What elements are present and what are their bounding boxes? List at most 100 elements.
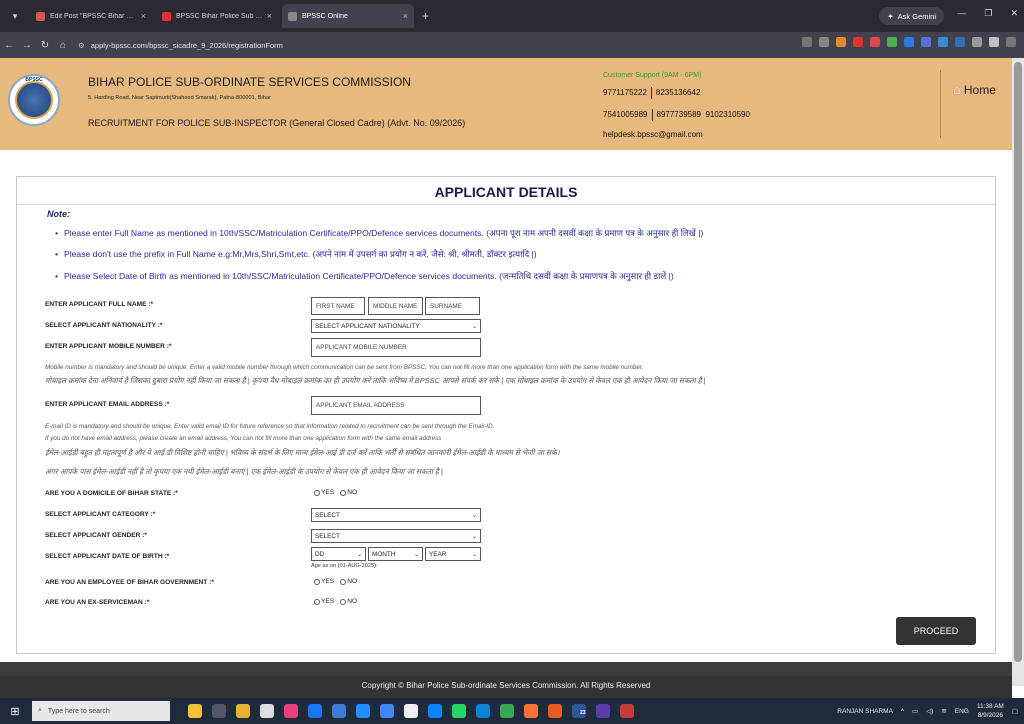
- support-label: Customer Support (9AM - 6PM): [603, 72, 702, 79]
- app-icon[interactable]: [548, 704, 562, 718]
- domicile-label: ARE YOU A DOMICILE OF BIHAR STATE :*: [45, 490, 178, 497]
- close-icon[interactable]: ×: [141, 11, 146, 21]
- dob-day-select[interactable]: DD ⌄: [311, 547, 366, 561]
- app-icon[interactable]: [596, 704, 610, 718]
- facebook-icon[interactable]: [308, 704, 322, 718]
- chevron-down-icon: ⌄: [471, 512, 477, 519]
- chrome-icon[interactable]: [500, 704, 514, 718]
- close-icon[interactable]: ×: [267, 11, 272, 21]
- nationality-select[interactable]: SELECT APPLICANT NATIONALITY ⌄: [311, 319, 481, 333]
- task-view-icon[interactable]: [212, 704, 226, 718]
- home-link[interactable]: ⌂ Home: [953, 82, 996, 97]
- surname-input[interactable]: [425, 297, 480, 315]
- file-explorer-icon[interactable]: [236, 704, 250, 718]
- gender-select[interactable]: SELECT ⌄: [311, 529, 481, 543]
- bookmark-star-icon[interactable]: [819, 37, 829, 47]
- tab-bpssc-inspector[interactable]: BPSSC Bihar Police Sub Inspect ×: [156, 4, 278, 28]
- close-window-icon[interactable]: ✕: [1010, 8, 1018, 19]
- tab-list-icon[interactable]: ▾: [4, 5, 26, 27]
- dob-year-select[interactable]: YEAR ⌄: [425, 547, 481, 561]
- domicile-yes-radio[interactable]: YES: [314, 489, 334, 496]
- home-browser-icon[interactable]: ⌂: [54, 40, 72, 51]
- nationality-value: SELECT APPLICANT NATIONALITY: [315, 322, 420, 330]
- category-select[interactable]: SELECT ⌄: [311, 508, 481, 522]
- chevron-up-icon[interactable]: ^: [901, 708, 904, 715]
- extension-icon[interactable]: [836, 37, 846, 47]
- translate-icon[interactable]: [802, 37, 812, 47]
- firefox-icon[interactable]: [524, 704, 538, 718]
- app-icon[interactable]: [380, 704, 394, 718]
- wifi-icon[interactable]: ≋: [941, 707, 946, 715]
- extension-icon[interactable]: [938, 37, 948, 47]
- tab-title: BPSSC Online: [302, 12, 348, 20]
- instagram-icon[interactable]: [284, 704, 298, 718]
- tray-user[interactable]: RANJAN SHARMA: [837, 708, 893, 715]
- mobile-input[interactable]: [311, 338, 481, 357]
- app-icon[interactable]: [404, 704, 418, 718]
- extension-icon[interactable]: [921, 37, 931, 47]
- whatsapp-icon[interactable]: [452, 704, 466, 718]
- proceed-button[interactable]: PROCEED: [896, 617, 976, 645]
- gender-label: SELECT APPLICANT GENDER :*: [45, 532, 147, 539]
- dob-month-select[interactable]: MONTH ⌄: [368, 547, 423, 561]
- extension-icon[interactable]: [904, 37, 914, 47]
- windows-start-icon[interactable]: ⊞: [4, 705, 26, 718]
- edge-icon[interactable]: [476, 704, 490, 718]
- site-info-icon[interactable]: ⚙: [78, 41, 85, 50]
- minimize-icon[interactable]: —: [957, 8, 966, 19]
- profile-icon[interactable]: [989, 37, 999, 47]
- url-field[interactable]: ⚙ apply-bpssc.com/bpssc_sicadre_9_2026/r…: [78, 36, 538, 54]
- forward-icon[interactable]: →: [18, 40, 36, 51]
- tab-bpssc-online[interactable]: BPSSC Online ×: [282, 4, 414, 28]
- notification-icon[interactable]: ▢: [1012, 707, 1018, 715]
- mobile-help-hi: मोबाइल क्रमांक देना अनिवार्य है जिसका दु…: [45, 376, 706, 385]
- domicile-no-radio[interactable]: NO: [340, 489, 357, 496]
- app-icon[interactable]: [620, 704, 634, 718]
- email-input[interactable]: [311, 396, 481, 415]
- employee-yes-radio[interactable]: YES: [314, 578, 334, 585]
- radio-label: YES: [321, 598, 335, 605]
- phone-number: 8977739589: [656, 110, 702, 120]
- app-icon[interactable]: [332, 704, 346, 718]
- middle-name-input[interactable]: [368, 297, 423, 315]
- page-scrollbar[interactable]: [1012, 58, 1024, 686]
- extension-icon[interactable]: [955, 37, 965, 47]
- scrollbar-thumb[interactable]: [1014, 62, 1022, 662]
- close-icon[interactable]: ×: [403, 11, 408, 21]
- volume-icon[interactable]: ◁): [926, 707, 933, 715]
- tab-edit-post[interactable]: Edit Post "BPSSC Bihar Police S ×: [30, 4, 152, 28]
- tray-clock[interactable]: 11:38 AM 8/9/2026: [977, 702, 1004, 720]
- exservice-no-radio[interactable]: NO: [340, 598, 357, 605]
- support-phones-row2: 7541005989 8977739589 9102310590: [603, 109, 750, 121]
- extension-icon[interactable]: [870, 37, 880, 47]
- first-name-input[interactable]: [311, 297, 365, 315]
- battery-icon[interactable]: ▭: [912, 707, 918, 715]
- phone-number: 9102310590: [705, 110, 750, 120]
- ask-gemini-button[interactable]: ✦ Ask Gemini: [879, 7, 944, 25]
- extension-icon[interactable]: [887, 37, 897, 47]
- radio-label: YES: [321, 489, 335, 496]
- taskbar-search[interactable]: ⌕ Type here to search: [32, 701, 170, 721]
- clock-time: 11:38 AM: [976, 703, 1004, 710]
- window-controls: — ❐ ✕: [957, 8, 1018, 19]
- reload-icon[interactable]: ↻: [36, 40, 54, 51]
- app-icon[interactable]: [428, 704, 442, 718]
- telegram-icon[interactable]: [356, 704, 370, 718]
- word-icon[interactable]: 23: [572, 704, 586, 718]
- sparkle-icon: ✦: [887, 11, 894, 21]
- tray-language[interactable]: ENG: [955, 708, 969, 715]
- exservice-yes-radio[interactable]: YES: [314, 598, 334, 605]
- extension-icon[interactable]: [853, 37, 863, 47]
- new-tab-icon[interactable]: +: [422, 9, 429, 23]
- mobile-help-en: Mobile number is mandatory and should be…: [45, 364, 644, 371]
- back-icon[interactable]: ←: [0, 40, 18, 51]
- employee-no-radio[interactable]: NO: [340, 578, 357, 585]
- restore-icon[interactable]: ❐: [984, 8, 992, 19]
- menu-dots-icon[interactable]: [1006, 37, 1016, 47]
- note-item: Please don't use the prefix in Full Name…: [55, 248, 537, 260]
- copilot-icon[interactable]: [188, 704, 202, 718]
- applicant-details-card: APPLICANT DETAILS Note: Please enter Ful…: [16, 176, 996, 654]
- notepad-icon[interactable]: [260, 704, 274, 718]
- system-tray: RANJAN SHARMA ^ ▭ ◁) ≋ ENG 11:38 AM 8/9/…: [837, 698, 1018, 724]
- puzzle-icon[interactable]: [972, 37, 982, 47]
